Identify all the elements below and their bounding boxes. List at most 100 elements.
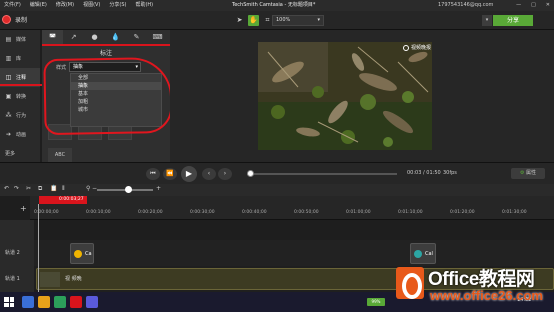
export-group: ▾ 分享 <box>482 15 533 26</box>
tick-label: 0:01:30;00 <box>502 210 527 215</box>
playback-bar: ⏮ ⏪ ▶ ‹ › 00:03 / 01:50 30fps ⚙ 属性 <box>0 162 554 184</box>
menu-file[interactable]: 文件(F) <box>4 0 21 11</box>
sidebar-item-label: 更多 <box>5 151 16 157</box>
tab-callouts[interactable]: ◚ <box>42 30 63 44</box>
sidebar-item-label: 动画 <box>16 132 27 138</box>
tick-label: 0:01:20;00 <box>450 210 475 215</box>
properties-button[interactable]: ⚙ 属性 <box>511 168 545 179</box>
forest-floor-image <box>258 42 432 150</box>
close-button[interactable]: ✕ <box>546 0 550 11</box>
annotation-underline <box>0 84 42 86</box>
timeline-ruler[interactable]: 0:00:00;00 0:00:10;00 0:00:20;00 0:00:30… <box>30 196 554 220</box>
next-frame-icon[interactable]: › <box>218 168 232 180</box>
track-label: 轨道 2 <box>5 250 20 256</box>
taskbar-app-icon[interactable] <box>86 296 98 308</box>
sidebar-item-library[interactable]: ▥ 库 <box>0 49 40 68</box>
menu-edit[interactable]: 编辑(E) <box>30 0 47 11</box>
callout-clip-label: Ca <box>85 250 92 257</box>
site-watermark-logo: Office教程网 www.office26.com <box>396 262 550 310</box>
sidebar-item-label: 注释 <box>16 75 27 81</box>
tick-label: 0:00:30;00 <box>190 210 215 215</box>
maximize-button[interactable]: □ <box>531 0 536 11</box>
tick-label: 0:01:00;00 <box>346 210 371 215</box>
windows-start-icon[interactable] <box>4 297 14 307</box>
annotation-icon: ◫ <box>5 74 12 81</box>
add-track-icon[interactable]: + <box>20 204 27 213</box>
playhead-line <box>38 204 39 294</box>
menu-share[interactable]: 分享(S) <box>109 0 126 11</box>
sidebar-item-more[interactable]: 更多 <box>0 144 40 163</box>
callout-thumbnail-abc[interactable]: ABC <box>48 148 72 162</box>
callout-clip[interactable]: Ca <box>70 243 94 264</box>
menu-modify[interactable]: 修改(M) <box>56 0 74 11</box>
sidebar-item-label: 库 <box>16 56 22 62</box>
taskbar-app-icon[interactable] <box>70 296 82 308</box>
sidebar-item-label: 媒体 <box>16 37 27 43</box>
playhead[interactable]: 0:00:03;27 <box>39 196 87 204</box>
media-clip-label: 视 频晚 <box>65 276 82 282</box>
tick-label: 0:01:10;00 <box>398 210 423 215</box>
tab-blur[interactable]: 💧 <box>105 30 126 44</box>
step-back-icon[interactable]: ⏪ <box>163 168 177 180</box>
scrubber-track[interactable] <box>247 173 397 175</box>
tab-shapes[interactable]: ● <box>84 30 105 44</box>
battery-indicator[interactable]: 99% <box>367 298 385 306</box>
annotation-tabs: ◚ ↗ ● 💧 ✎ ⌨ <box>42 30 170 44</box>
undo-icon[interactable]: ↶ <box>4 185 9 192</box>
sidebar-item-animations[interactable]: ➔ 动画 <box>0 125 40 144</box>
fps-label: 30fps <box>443 170 457 176</box>
callout-clip-label: Cal <box>425 250 433 257</box>
sidebar-item-media[interactable]: ▤ 媒体 <box>0 30 40 49</box>
tab-arrows[interactable]: ↗ <box>63 30 84 44</box>
cut-icon[interactable]: ✂ <box>26 185 31 192</box>
zoom-select[interactable]: 100% ▾ <box>272 15 324 26</box>
behavior-icon: ⁂ <box>5 112 12 119</box>
account-email[interactable]: 1797543146@qq.com <box>438 0 493 11</box>
prev-frame-icon[interactable]: ‹ <box>202 168 216 180</box>
split-icon[interactable]: ⫴ <box>62 185 65 193</box>
record-button[interactable]: 录制 <box>2 15 27 24</box>
export-dropdown[interactable]: ▾ <box>482 15 492 26</box>
scrubber-handle[interactable] <box>247 170 254 177</box>
arrow-icon[interactable]: ➤ <box>234 15 245 26</box>
tab-keystroke[interactable]: ⌨ <box>147 30 168 44</box>
left-sidebar: ▤ 媒体 ▥ 库 ◫ 注释 ▣ 转换 ⁂ 行为 ➔ 动画 更多 <box>0 30 40 162</box>
panel-title: 标注 <box>99 50 112 57</box>
tab-sketch[interactable]: ✎ <box>126 30 147 44</box>
tick-label: 0:00:20;00 <box>138 210 163 215</box>
redo-icon[interactable]: ↷ <box>14 185 19 192</box>
zoom-in-icon[interactable]: + <box>156 185 161 192</box>
taskbar-app-icon[interactable] <box>38 296 50 308</box>
track-headers: 轨道 2 轨道 1 <box>0 220 34 292</box>
record-label: 录制 <box>15 17 28 24</box>
media-icon: ▤ <box>5 36 12 43</box>
tick-label: 0:00:40;00 <box>242 210 267 215</box>
sidebar-item-label: 转换 <box>16 94 27 100</box>
sidebar-item-behaviors[interactable]: ⁂ 行为 <box>0 106 40 125</box>
zoom-value: 100% <box>276 17 291 23</box>
minimize-button[interactable]: — <box>516 0 521 11</box>
taskbar-app-icon[interactable] <box>22 296 34 308</box>
window-title: TechSmith Camtasia - 无标题项目* <box>232 2 316 8</box>
menu-view[interactable]: 视图(V) <box>83 0 100 11</box>
callout-clip[interactable]: Cal <box>410 243 436 264</box>
camtasia-window: 文件(F) 编辑(E) 修改(M) 视图(V) 分享(S) 帮助(H) Tech… <box>0 0 554 312</box>
record-icon <box>2 15 11 24</box>
video-preview[interactable] <box>258 42 432 150</box>
main-toolbar: 录制 ➤ ✋ ⌗ 100% ▾ ▾ 分享 <box>0 11 554 30</box>
play-button[interactable]: ▶ <box>181 166 197 182</box>
share-button[interactable]: 分享 <box>493 15 533 26</box>
rewind-icon[interactable]: ⏮ <box>146 168 160 180</box>
properties-label: 属性 <box>526 170 537 176</box>
sidebar-item-transitions[interactable]: ▣ 转换 <box>0 87 40 106</box>
library-icon: ▥ <box>5 55 12 62</box>
watermark-text: 视频晚报 <box>411 45 432 51</box>
hand-icon[interactable]: ✋ <box>248 15 259 26</box>
paste-icon[interactable]: 📋 <box>50 185 57 192</box>
timeline-zoom-handle[interactable] <box>125 186 132 193</box>
taskbar-app-icon[interactable] <box>54 296 66 308</box>
copy-icon[interactable]: ⧉ <box>38 185 42 193</box>
callout-clip-icon <box>414 249 422 258</box>
menu-help[interactable]: 帮助(H) <box>135 0 153 11</box>
site-url: www.office26.com <box>430 288 543 303</box>
